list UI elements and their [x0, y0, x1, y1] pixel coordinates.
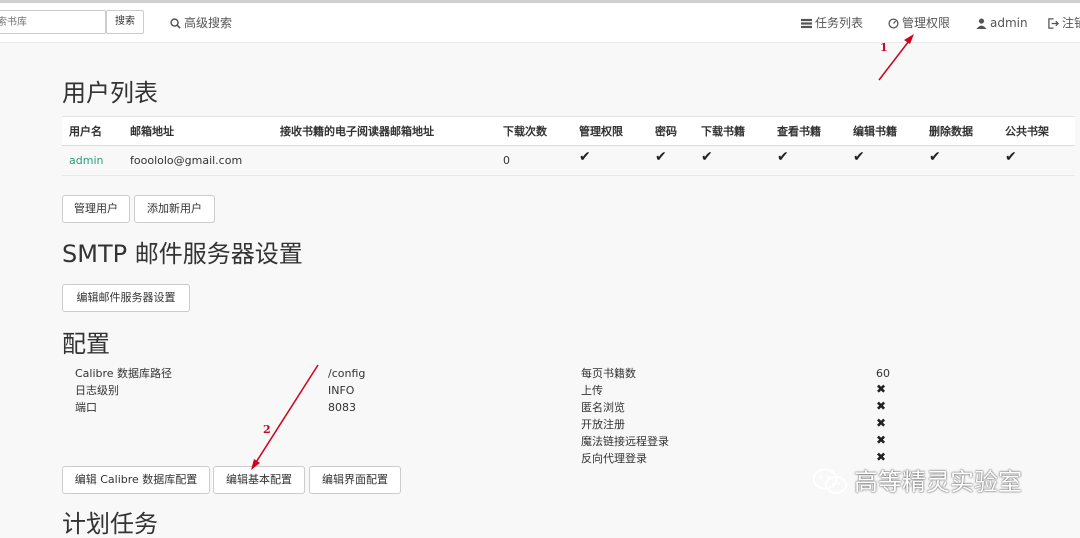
- watermark: 高等精灵实验室: [812, 462, 1022, 497]
- annotation-arrow-2: [251, 364, 319, 470]
- wechat-icon: [812, 468, 847, 494]
- watermark-text: 高等精灵实验室: [854, 468, 1022, 496]
- annotation-label-2: 2: [263, 423, 271, 436]
- annotation-arrows: [251, 34, 914, 470]
- annotation-label-1: 1: [880, 41, 888, 54]
